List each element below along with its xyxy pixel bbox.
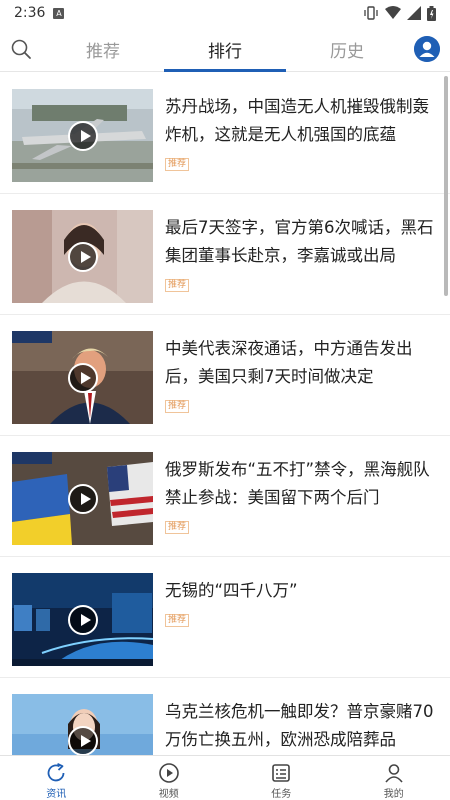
search-icon[interactable]: [10, 38, 32, 60]
status-bar: 2:36 A: [0, 0, 450, 26]
top-nav: 推荐 排行 历史: [0, 26, 450, 72]
nav-me-label: 我的: [383, 789, 404, 800]
news-title[interactable]: 无锡的“四千八万”: [165, 577, 437, 605]
wifi-icon: [385, 6, 401, 19]
recommend-tag: 推荐: [165, 279, 190, 292]
nav-news[interactable]: 资讯: [0, 756, 113, 800]
news-feed[interactable]: 苏丹战场，中国造无人机摧毁俄制轰炸机，这就是无人机强国的底蕴 推荐 最后7天签字…: [0, 73, 450, 755]
news-title[interactable]: 中美代表深夜通话，中方通告发出后，美国只剩7天时间做决定: [165, 335, 437, 391]
news-title[interactable]: 俄罗斯发布“五不打”禁令，黑海舰队禁止参战：美国留下两个后门: [165, 456, 437, 512]
status-time: 2:36: [14, 5, 46, 21]
play-icon: [67, 604, 98, 635]
video-thumbnail[interactable]: [12, 210, 153, 303]
bottom-nav: 资讯 视频 任务 我的: [0, 755, 450, 800]
play-icon: [67, 725, 98, 755]
tab-bar: 推荐 排行 历史: [42, 26, 408, 72]
tab-recommend[interactable]: 推荐: [42, 26, 164, 72]
feed-scrollbar[interactable]: [444, 76, 448, 296]
nav-video-label: 视频: [158, 789, 179, 800]
news-item[interactable]: 中美代表深夜通话，中方通告发出后，美国只剩7天时间做决定 推荐: [0, 315, 450, 436]
tab-ranking[interactable]: 排行: [164, 26, 286, 72]
recommend-tag: 推荐: [165, 614, 190, 627]
task-list-icon: [272, 764, 291, 782]
news-title[interactable]: 最后7天签字，官方第6次喊话，黑石集团董事长赴京，李嘉诚或出局: [165, 214, 437, 270]
tab-history[interactable]: 历史: [286, 26, 408, 72]
news-item[interactable]: 最后7天签字，官方第6次喊话，黑石集团董事长赴京，李嘉诚或出局 推荐: [0, 194, 450, 315]
news-item[interactable]: 俄罗斯发布“五不打”禁令，黑海舰队禁止参战：美国留下两个后门 推荐: [0, 436, 450, 557]
nav-video[interactable]: 视频: [113, 756, 226, 800]
play-icon: [67, 483, 98, 514]
nav-news-label: 资讯: [46, 789, 67, 800]
video-thumbnail[interactable]: [12, 331, 153, 424]
battery-icon: [427, 5, 436, 21]
news-item[interactable]: 苏丹战场，中国造无人机摧毁俄制轰炸机，这就是无人机强国的底蕴 推荐: [0, 73, 450, 194]
recommend-tag: 推荐: [165, 400, 190, 413]
play-icon: [67, 120, 98, 151]
video-thumbnail[interactable]: [12, 452, 153, 545]
vibrate-icon: [364, 6, 378, 20]
signal-icon: [407, 6, 421, 20]
video-thumbnail[interactable]: [12, 573, 153, 666]
refresh-icon: [47, 762, 65, 782]
nav-task-label: 任务: [271, 789, 292, 800]
news-item[interactable]: 无锡的“四千八万” 推荐: [0, 557, 450, 678]
recommend-tag: 推荐: [165, 521, 190, 534]
recommend-tag: 推荐: [165, 158, 190, 171]
nav-me[interactable]: 我的: [338, 756, 450, 800]
news-title[interactable]: 乌克兰核危机一触即发？普京豪赌70万伤亡换五州，欧洲恐成陪葬品: [165, 698, 437, 754]
nav-task[interactable]: 任务: [225, 756, 338, 800]
person-icon: [385, 764, 403, 783]
notification-app-icon: A: [53, 7, 65, 19]
video-thumbnail[interactable]: [12, 694, 153, 755]
user-avatar-icon[interactable]: [414, 36, 440, 62]
play-icon: [67, 362, 98, 393]
video-thumbnail[interactable]: [12, 89, 153, 182]
play-icon: [67, 241, 98, 272]
play-circle-icon: [158, 763, 179, 783]
news-title[interactable]: 苏丹战场，中国造无人机摧毁俄制轰炸机，这就是无人机强国的底蕴: [165, 93, 437, 149]
news-item[interactable]: 乌克兰核危机一触即发？普京豪赌70万伤亡换五州，欧洲恐成陪葬品 推荐: [0, 678, 450, 755]
